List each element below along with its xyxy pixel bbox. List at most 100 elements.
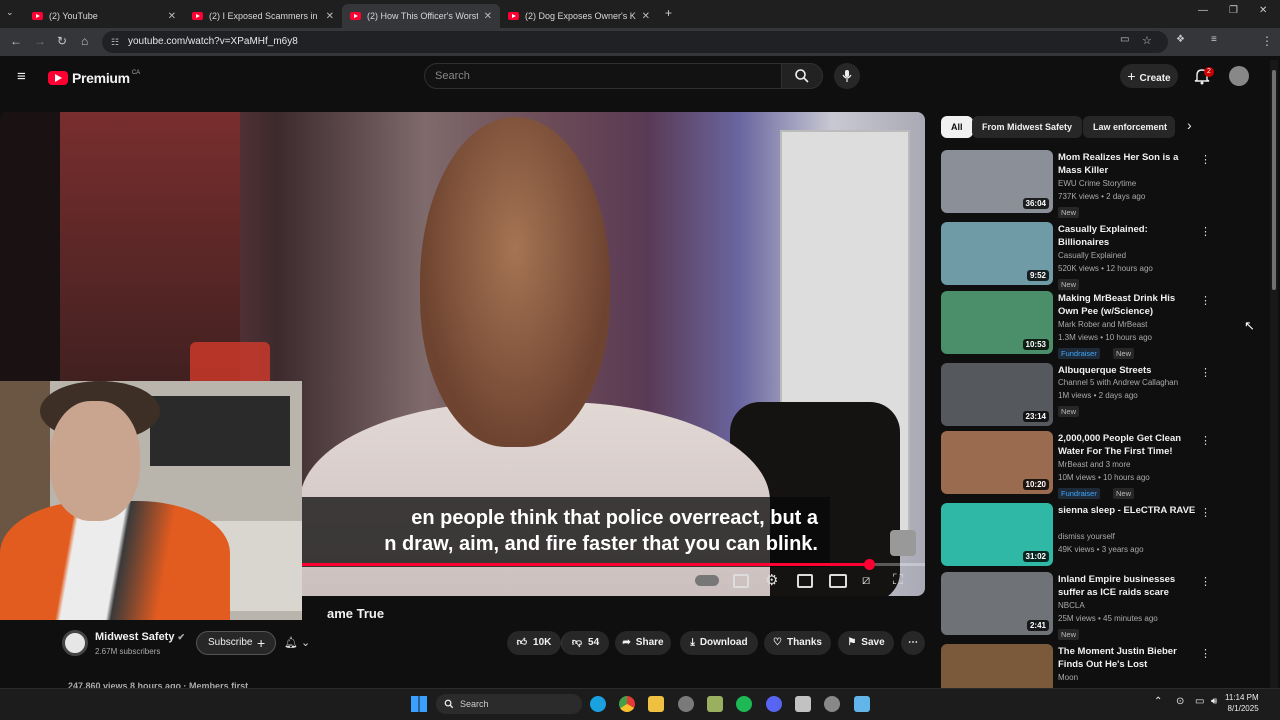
related-video-channel[interactable]: MrBeast and 3 more xyxy=(1058,460,1130,469)
chip-law-enforcement[interactable]: Law enforcement xyxy=(1083,116,1175,138)
video-thumbnail[interactable]: 36:04 xyxy=(941,150,1053,213)
more-vertical-icon[interactable]: ⋮ xyxy=(1200,153,1211,166)
youtube-premium-logo[interactable]: Premium CA xyxy=(48,70,140,86)
more-vertical-icon[interactable]: ⋮ xyxy=(1200,575,1211,588)
spotify-icon[interactable] xyxy=(736,696,752,712)
cast-icon[interactable]: ⧄ xyxy=(862,572,870,588)
close-tab-icon[interactable]: ✕ xyxy=(484,11,492,22)
page-scrollbar-thumb[interactable] xyxy=(1272,70,1276,290)
related-video-title[interactable]: sienna sleep - ELeCTRA RAVE xyxy=(1058,504,1198,517)
extensions-icon[interactable]: ❖ xyxy=(1176,34,1185,45)
taskbar-search[interactable]: Search xyxy=(436,694,582,714)
browser-menu-icon[interactable]: ⋮ xyxy=(1261,34,1273,48)
new-tab-icon[interactable]: + xyxy=(665,6,672,20)
related-video-item[interactable]: 36:04 Mom Realizes Her Son is a Mass Kill… xyxy=(941,150,1211,218)
related-video-title[interactable]: Inland Empire businesses suffer as ICE r… xyxy=(1058,573,1198,599)
close-tab-icon[interactable]: ✕ xyxy=(642,11,650,22)
tray-volume-icon[interactable]: 🔊︎ xyxy=(1211,696,1217,707)
url-field[interactable]: ☷ youtube.com/watch?v=XPaMHf_m6y8 xyxy=(102,31,1168,53)
site-info-icon[interactable]: ☷ xyxy=(111,31,119,53)
restore-icon[interactable]: ❐ xyxy=(1229,5,1238,16)
miniplayer-icon[interactable] xyxy=(797,574,813,588)
related-video-channel[interactable]: Casually Explained xyxy=(1058,251,1126,260)
search-button[interactable] xyxy=(781,63,823,89)
settings-icon[interactable] xyxy=(824,696,840,712)
tab-scammers[interactable]: (2) I Exposed Scammers in Rom ✕ xyxy=(184,4,342,28)
progress-scrubber[interactable] xyxy=(863,559,875,570)
subscribe-button[interactable]: Subscribe + xyxy=(196,631,276,655)
close-tab-icon[interactable]: ✕ xyxy=(326,11,334,22)
channel-name[interactable]: Midwest Safety ✔ xyxy=(95,631,185,643)
more-vertical-icon[interactable]: ⋮ xyxy=(1200,434,1211,447)
tab-officer[interactable]: (2) How This Officer's Worst Ni ✕ xyxy=(342,4,500,28)
video-thumbnail[interactable]: 2:41 xyxy=(941,572,1053,635)
create-button[interactable]: + Create xyxy=(1120,64,1178,88)
more-vertical-icon[interactable]: ⋮ xyxy=(1200,294,1211,307)
hamburger-menu-icon[interactable]: ≡ xyxy=(17,68,26,85)
tray-display-icon[interactable]: ▭ xyxy=(1195,696,1204,707)
related-video-item[interactable]: 9:52 Casually Explained: Billionaires Casu… xyxy=(941,222,1211,290)
share-button[interactable]: ➦ Share xyxy=(615,631,671,655)
channel-watermark[interactable] xyxy=(890,530,916,556)
taskbar-clock[interactable]: 11:14 PM 8/1/2025 xyxy=(1225,692,1259,714)
fullscreen-icon[interactable]: ⛶ xyxy=(893,571,903,588)
settings-gear-icon[interactable]: ⚙ xyxy=(765,571,778,589)
related-video-channel[interactable]: Moon xyxy=(1058,673,1078,682)
more-vertical-icon[interactable]: ⋮ xyxy=(1200,225,1211,238)
download-button[interactable]: ⤓ Download xyxy=(680,631,758,655)
related-video-item[interactable]: 23:14 Albuquerque Streets Channel 5 with A… xyxy=(941,363,1211,429)
video-thumbnail[interactable]: 10:53 xyxy=(941,291,1053,354)
more-vertical-icon[interactable]: ⋮ xyxy=(1200,506,1211,519)
like-button[interactable]: 👍︎ 10K xyxy=(507,631,561,655)
video-thumbnail[interactable]: 23:14 xyxy=(941,363,1053,426)
captions-icon[interactable] xyxy=(733,574,749,588)
thanks-button[interactable]: ♡ Thanks xyxy=(764,631,831,655)
related-video-item[interactable]: 10:53 Making MrBeast Drink His Own Pee (w… xyxy=(941,291,1211,359)
bookmark-star-icon[interactable]: ☆ xyxy=(1142,34,1152,47)
close-window-icon[interactable]: ✕ xyxy=(1259,5,1267,16)
voice-search-button[interactable] xyxy=(834,63,860,89)
reload-icon[interactable]: ↻ xyxy=(57,34,67,48)
tray-overflow-icon[interactable]: ⌃ xyxy=(1154,696,1162,707)
related-video-item[interactable]: 10:20 2,000,000 People Get Clean Water Fo… xyxy=(941,431,1211,499)
media-controls-icon[interactable]: ≡ xyxy=(1211,34,1217,45)
related-video-title[interactable]: Mom Realizes Her Son is a Mass Killer xyxy=(1058,151,1198,177)
theater-mode-icon[interactable] xyxy=(829,574,847,588)
related-video-channel[interactable]: Channel 5 with Andrew Callaghan xyxy=(1058,378,1178,387)
related-video-title[interactable]: Albuquerque Streets xyxy=(1058,364,1198,377)
more-vertical-icon[interactable]: ⋮ xyxy=(1200,647,1211,660)
chip-all[interactable]: All xyxy=(941,116,973,138)
autoplay-toggle[interactable] xyxy=(695,575,719,586)
related-video-item[interactable]: 31:02 sienna sleep - ELeCTRA RAVE dismiss … xyxy=(941,503,1211,569)
related-video-channel[interactable]: dismiss yourself xyxy=(1058,532,1115,541)
close-tab-icon[interactable]: ✕ xyxy=(168,11,176,22)
tab-list-icon[interactable]: ⌄ xyxy=(6,7,14,18)
file-explorer-icon[interactable] xyxy=(648,696,664,712)
cast-page-icon[interactable]: ▭ xyxy=(1120,34,1129,45)
notepad-icon[interactable] xyxy=(854,696,870,712)
video-thumbnail[interactable]: 9:52 xyxy=(941,222,1053,285)
related-video-title[interactable]: Making MrBeast Drink His Own Pee (w/Scie… xyxy=(1058,292,1198,318)
back-icon[interactable]: ← xyxy=(10,34,22,48)
minimize-icon[interactable]: — xyxy=(1198,5,1208,16)
discord-icon[interactable] xyxy=(766,696,782,712)
edge-icon[interactable] xyxy=(590,696,606,712)
account-avatar[interactable] xyxy=(1229,66,1249,86)
notification-preferences-button[interactable]: 🔔︎ ⌄ xyxy=(284,631,328,655)
forward-icon[interactable]: → xyxy=(34,34,46,48)
related-video-channel[interactable]: Mark Rober and MrBeast xyxy=(1058,320,1147,329)
save-button[interactable]: ⚑ Save xyxy=(838,631,894,655)
windows-start-icon[interactable] xyxy=(411,696,427,712)
video-thumbnail[interactable]: 10:20 xyxy=(941,431,1053,494)
tab-dog[interactable]: (2) Dog Exposes Owner's Killer ✕ xyxy=(500,4,658,28)
related-video-title[interactable]: The Moment Justin Bieber Finds Out He's … xyxy=(1058,645,1198,671)
video-thumbnail[interactable]: 31:02 xyxy=(941,503,1053,566)
related-video-title[interactable]: Casually Explained: Billionaires xyxy=(1058,223,1198,249)
app-icon[interactable] xyxy=(795,696,811,712)
more-vertical-icon[interactable]: ⋮ xyxy=(1200,366,1211,379)
related-video-item[interactable]: 2:41 Inland Empire businesses suffer as I… xyxy=(941,572,1211,640)
dislike-button[interactable]: 👎︎ 54 xyxy=(561,631,609,655)
related-video-channel[interactable]: EWU Crime Storytime xyxy=(1058,179,1136,188)
search-input[interactable]: Search xyxy=(424,63,782,89)
app-icon[interactable] xyxy=(707,696,723,712)
